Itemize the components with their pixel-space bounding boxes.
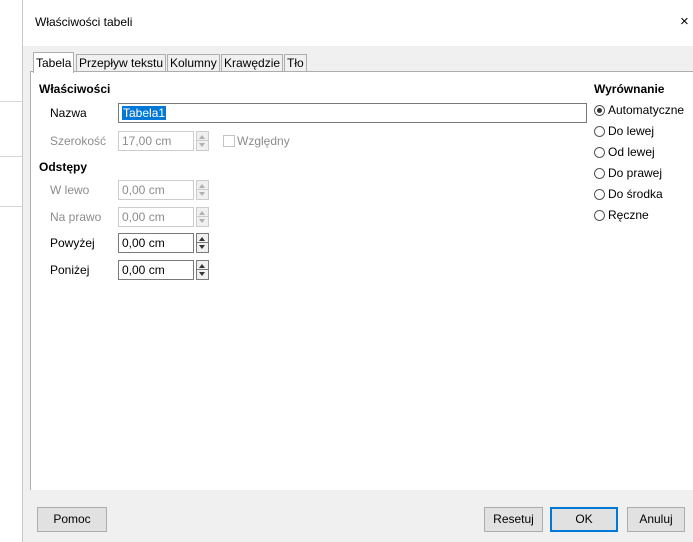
spacing-right-spinner[interactable] [196,207,209,227]
tab-borders[interactable]: Krawędzie [221,54,284,72]
width-spinner[interactable] [196,131,209,151]
window-title: Właściwości tabeli [35,15,133,29]
align-center-label: Do środka [608,187,663,201]
spin-down-icon [199,192,205,196]
close-icon[interactable]: × [680,13,689,30]
cancel-button[interactable]: Anuluj [627,507,685,532]
name-input[interactable]: Tabela1 [118,103,587,123]
name-label: Nazwa [50,106,87,120]
radio-icon [594,147,605,158]
background-window-edge [0,0,22,542]
spacing-right-label: Na prawo [50,210,102,224]
spacing-left-input[interactable]: 0,00 cm [118,180,194,200]
tab-text-flow[interactable]: Przepływ tekstu [76,54,167,72]
reset-button[interactable]: Resetuj [484,507,543,532]
spacing-above-label: Powyżej [50,236,95,250]
spacing-left-label: W lewo [50,183,90,197]
align-automatic-label: Automatyczne [608,103,685,117]
relative-checkbox[interactable] [223,135,235,147]
spin-up-icon [199,264,205,268]
radio-icon [594,168,605,179]
spacing-right-input[interactable]: 0,00 cm [118,207,194,227]
spin-up-icon [199,211,205,215]
width-input[interactable]: 17,00 cm [118,131,194,151]
spacing-below-label: Poniżej [50,263,90,277]
table-properties-dialog: Właściwości tabeli × Tabela Przepływ tek… [22,0,693,542]
radio-icon [594,210,605,221]
tab-columns[interactable]: Kolumny [167,54,220,72]
tab-table[interactable]: Tabela [33,52,75,73]
spin-up-icon [199,135,205,139]
spacing-above-spinner[interactable] [196,233,209,253]
spacing-left-spinner[interactable] [196,180,209,200]
radio-icon [594,189,605,200]
spacing-below-spinner[interactable] [196,260,209,280]
align-left-label: Do lewej [608,124,655,138]
radio-selected-icon [594,105,605,116]
tab-panel-table: Właściwości Nazwa Tabela1 Szerokość 17,0… [30,71,693,490]
tab-background[interactable]: Tło [284,54,307,72]
spin-up-icon [199,184,205,188]
spacing-above-input[interactable]: 0,00 cm [118,233,194,253]
alignment-heading: Wyrównanie [594,82,665,96]
align-from-left-label: Od lewej [608,145,655,159]
relative-label: Względny [237,134,290,148]
properties-heading: Właściwości [39,82,111,96]
name-value: Tabela1 [122,106,167,120]
spin-up-icon [199,237,205,241]
help-button[interactable]: Pomoc [37,507,107,532]
radio-icon [594,126,605,137]
ok-button[interactable]: OK [550,507,618,532]
width-label: Szerokość [50,134,107,148]
spin-down-icon [199,143,205,147]
spacing-heading: Odstępy [39,160,88,174]
align-right-label: Do prawej [608,166,663,180]
alignment-group: Wyrównanie Automatyczne Do lewej Od lewe… [594,82,693,252]
align-manual-label: Ręczne [608,208,649,222]
spin-down-icon [199,219,205,223]
spin-down-icon [199,272,205,276]
spacing-below-input[interactable]: 0,00 cm [118,260,194,280]
title-bar: Właściwości tabeli × [23,0,693,46]
spin-down-icon [199,245,205,249]
